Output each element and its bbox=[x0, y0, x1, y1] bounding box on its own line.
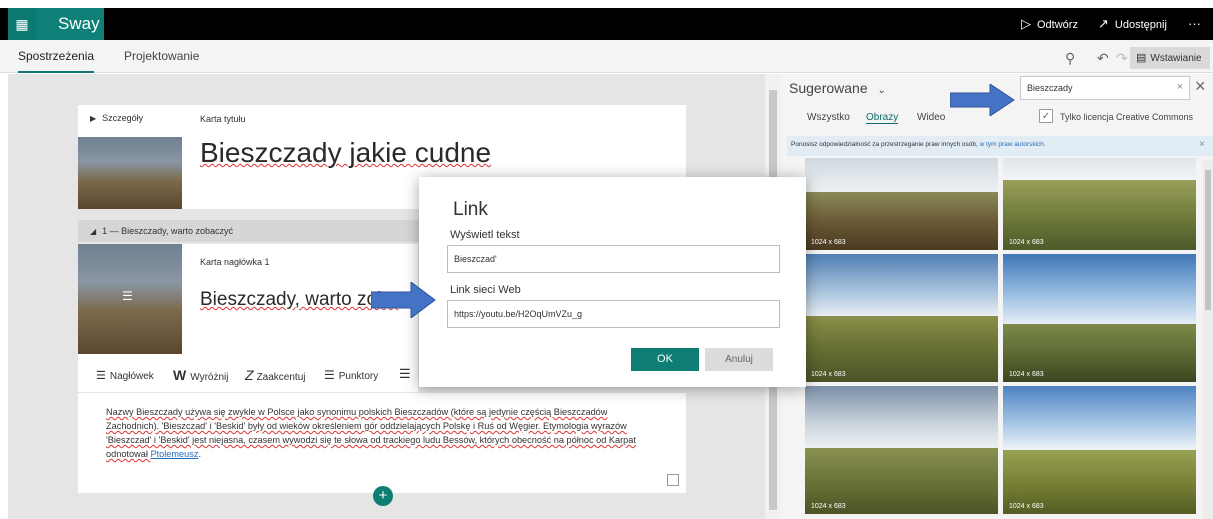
emphasis-icon: W bbox=[173, 367, 187, 383]
filter-images[interactable]: Obrazy bbox=[866, 112, 899, 124]
display-text-input[interactable]: Bieszczad' bbox=[447, 245, 780, 273]
chevron-down-icon: ⌄ bbox=[877, 85, 886, 96]
bullets-icon: ☰ bbox=[324, 368, 335, 382]
display-text-label: Wyświetl tekst bbox=[450, 229, 520, 241]
app-launcher-icon[interactable]: ▦ bbox=[8, 8, 36, 40]
paragraph-line: odnotował Ptolemeusz. bbox=[106, 447, 658, 461]
redo-icon[interactable]: ↷ bbox=[1116, 50, 1128, 67]
cc-label: Tylko licencja Creative Commons bbox=[1060, 112, 1194, 122]
close-pane-icon[interactable]: × bbox=[1195, 76, 1206, 97]
paragraph-line: Zachodnich). 'Bieszczad' i 'Beskid' były… bbox=[106, 421, 627, 431]
heading-icon: ☰ bbox=[96, 370, 106, 382]
insert-button[interactable]: ▤ Wstawianie bbox=[1130, 47, 1210, 69]
details-toggle[interactable]: ▶ Szczegóły bbox=[90, 113, 143, 123]
accent-label: Zaakcentuj bbox=[256, 372, 306, 383]
rights-notice-message: Ponosisz odpowiedzialność za przestrzega… bbox=[791, 141, 980, 148]
paragraph-text-segment: odnotował bbox=[106, 449, 151, 459]
numbering-icon[interactable]: ☰ bbox=[399, 366, 411, 382]
insert-label: Wstawianie bbox=[1150, 53, 1202, 64]
heading-format-button[interactable]: ☰ Nagłówek bbox=[96, 369, 154, 382]
accent-button[interactable]: Z Zaakcentuj bbox=[245, 367, 305, 383]
title-card-label: Karta tytułu bbox=[200, 114, 246, 124]
cancel-button[interactable]: Anuluj bbox=[705, 348, 773, 371]
suggested-dropdown[interactable]: Sugerowane ⌄ bbox=[789, 80, 886, 96]
photo-size: 1024 x 683 bbox=[1009, 503, 1044, 510]
accent-icon: Z bbox=[245, 367, 254, 383]
paragraph-text[interactable]: Nazwy Bieszczady używa się zwykle w Pols… bbox=[78, 393, 686, 493]
expand-arrow-icon: ▶ bbox=[90, 114, 97, 123]
annotation-arrow-icon bbox=[950, 84, 1015, 116]
photo-size: 1024 x 683 bbox=[1009, 371, 1044, 378]
tab-design[interactable]: Projektowanie bbox=[124, 40, 199, 73]
tab-storyline[interactable]: Spostrzeżenia bbox=[18, 40, 95, 73]
search-input[interactable]: Bieszczady × bbox=[1020, 76, 1190, 100]
share-icon: ↗ bbox=[1098, 16, 1109, 31]
title-card-image[interactable] bbox=[78, 137, 182, 209]
rights-notice: Ponosisz odpowiedzialność za przestrzega… bbox=[787, 136, 1213, 156]
link-dialog: Link Wyświetl tekst Bieszczad' Link siec… bbox=[419, 177, 806, 387]
title-text[interactable]: Bieszczady jakie cudne bbox=[200, 137, 491, 169]
share-button[interactable]: ↗ Udostępnij bbox=[1098, 8, 1167, 40]
paragraph-line: 'Bieszczad' i 'Beskid' jest niejasna, cz… bbox=[106, 435, 636, 445]
photo-result[interactable]: 1024 x 683 bbox=[1003, 254, 1196, 382]
photo-result[interactable]: 1024 x 683 bbox=[1003, 386, 1196, 514]
heading-card-label: Karta nagłówka 1 bbox=[200, 257, 270, 267]
emphasis-button[interactable]: W Wyróżnij bbox=[173, 367, 228, 383]
ok-button[interactable]: OK bbox=[631, 348, 699, 371]
filter-video[interactable]: Wideo bbox=[917, 112, 945, 123]
play-label: Odtwórz bbox=[1037, 19, 1078, 31]
dialog-title: Link bbox=[453, 199, 488, 220]
app-name: Sway bbox=[36, 8, 104, 40]
copyright-link[interactable]: w tym praw autorskich. bbox=[980, 141, 1046, 148]
rights-notice-text: Ponosisz odpowiedzialność za przestrzega… bbox=[791, 141, 1046, 148]
bullets-button[interactable]: ☰ Punktory bbox=[324, 368, 378, 382]
ptolemeusz-link[interactable]: Ptolemeusz bbox=[150, 449, 198, 459]
section-1-label: 1 — Bieszczady, warto zobaczyć bbox=[102, 226, 234, 236]
photo-size: 1024 x 683 bbox=[811, 371, 846, 378]
text-overlay-icon: ☰ bbox=[122, 289, 133, 303]
photo-result[interactable]: 1024 x 683 bbox=[805, 254, 998, 382]
photo-size: 1024 x 683 bbox=[811, 503, 846, 510]
collapse-arrow-icon: ◢ bbox=[90, 227, 97, 236]
play-button[interactable]: ▷ Odtwórz bbox=[1021, 8, 1078, 40]
heading-text[interactable]: Bieszczady, warto zoba bbox=[200, 289, 398, 311]
details-label: Szczegóły bbox=[102, 113, 144, 123]
bullets-label: Punktory bbox=[338, 371, 379, 382]
results-scrollbar-thumb[interactable] bbox=[1205, 170, 1211, 310]
search-value: Bieszczady bbox=[1027, 83, 1073, 93]
add-card-button[interactable]: + bbox=[373, 486, 393, 506]
clear-icon[interactable]: × bbox=[1177, 81, 1183, 93]
paragraph-text-segment: . bbox=[198, 449, 202, 459]
close-notice-icon[interactable]: × bbox=[1199, 139, 1205, 150]
undo-icon[interactable]: ↶ bbox=[1097, 50, 1109, 67]
suggested-label: Sugerowane bbox=[789, 80, 868, 96]
emphasis-label: Wyróżnij bbox=[190, 372, 229, 383]
paragraph-line: Nazwy Bieszczady używa się zwykle w Pols… bbox=[106, 407, 608, 417]
photo-result[interactable]: 1024 x 683 bbox=[805, 386, 998, 514]
photo-result[interactable]: 1024 x 683 bbox=[805, 158, 998, 250]
heading-format-label: Nagłówek bbox=[109, 371, 154, 382]
filter-all[interactable]: Wszystko bbox=[807, 112, 850, 123]
cc-checkbox[interactable]: ✓ bbox=[1039, 109, 1053, 123]
play-icon: ▷ bbox=[1021, 16, 1031, 31]
search-icon[interactable]: ⚲ bbox=[1065, 50, 1075, 67]
web-link-input[interactable]: https://youtu.be/H2OqUmVZu_g bbox=[447, 300, 780, 328]
photo-size: 1024 x 683 bbox=[811, 239, 846, 246]
web-link-label: Link sieci Web bbox=[450, 284, 521, 296]
card-checkbox[interactable] bbox=[667, 474, 679, 486]
annotation-arrow-icon bbox=[371, 282, 436, 318]
insert-icon: ▤ bbox=[1136, 52, 1147, 64]
section-1-header[interactable]: ◢ 1 — Bieszczady, warto zobaczyć bbox=[90, 226, 233, 236]
share-label: Udostępnij bbox=[1114, 19, 1167, 31]
photo-result[interactable]: 1024 x 683 bbox=[1003, 158, 1196, 250]
photo-size: 1024 x 683 bbox=[1009, 239, 1044, 246]
more-options-button[interactable]: ··· bbox=[1188, 8, 1201, 40]
